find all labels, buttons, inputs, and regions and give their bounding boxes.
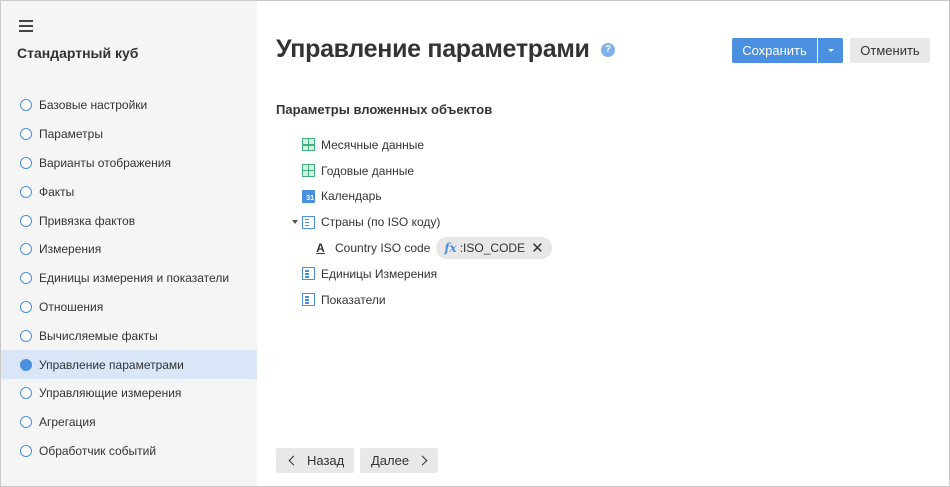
tree-item-label: Месячные данные (321, 137, 425, 152)
help-icon[interactable]: ? (601, 43, 615, 57)
tree-item-country-iso-code[interactable]: A Country ISO code fx :ISO_CODE ✕ (290, 235, 552, 261)
radio-icon (20, 185, 32, 198)
sidebar-item-fact-binding[interactable]: Привязка фактов (1, 206, 257, 235)
tree-item-yearly-data[interactable]: Годовые данные (290, 158, 552, 184)
nested-objects-tree: Месячные данные Годовые данные Календарь… (290, 132, 552, 313)
tree-item-calendar[interactable]: Календарь (290, 184, 552, 210)
sidebar-item-label: Управление параметрами (39, 357, 184, 372)
page-title: Управление параметрами (276, 35, 590, 63)
chip-label: :ISO_CODE (459, 241, 526, 256)
calendar-icon (302, 189, 315, 203)
sidebar-item-label: Параметры (39, 127, 103, 142)
menu-icon[interactable] (19, 20, 33, 32)
sidebar-item-parameter-management[interactable]: Управление параметрами (1, 350, 257, 379)
sidebar-item-relations[interactable]: Отношения (1, 293, 257, 322)
save-dropdown-button[interactable] (818, 38, 843, 63)
next-button[interactable]: Далее (360, 448, 438, 473)
parameter-chip[interactable]: fx :ISO_CODE ✕ (436, 237, 552, 260)
radio-icon (20, 416, 32, 429)
radio-icon (20, 128, 32, 141)
sidebar-item-parameters[interactable]: Параметры (1, 120, 257, 149)
radio-icon (20, 387, 32, 400)
table-icon (302, 164, 315, 178)
tree-item-indicators[interactable]: Показатели (290, 287, 552, 313)
sidebar-item-units-indicators[interactable]: Единицы измерения и показатели (1, 264, 257, 293)
tree-item-label: Календарь (321, 189, 382, 204)
tree-item-label: Country ISO code (335, 241, 431, 256)
chevron-left-icon (288, 455, 299, 466)
save-button[interactable]: Сохранить (732, 38, 817, 63)
tree-item-monthly-data[interactable]: Месячные данные (290, 132, 552, 158)
sidebar-item-event-handler[interactable]: Обработчик событий (1, 437, 257, 466)
sidebar-item-label: Привязка фактов (39, 213, 136, 228)
sidebar-item-label: Обработчик событий (39, 443, 157, 458)
radio-icon (20, 329, 32, 342)
radio-icon (20, 99, 32, 112)
sidebar-item-label: Отношения (39, 299, 104, 314)
formula-icon: fx (444, 241, 457, 256)
tree-item-units[interactable]: Единицы Измерения (290, 261, 552, 287)
tree-item-label: Единицы Измерения (321, 266, 438, 281)
sidebar-item-facts[interactable]: Факты (1, 177, 257, 206)
sidebar-item-label: Базовые настройки (39, 98, 148, 113)
radio-icon (20, 214, 32, 227)
sidebar-item-label: Управляющие измерения (39, 386, 182, 401)
back-label: Назад (307, 453, 345, 468)
sidebar-item-display-variants[interactable]: Варианты отображения (1, 149, 257, 178)
tree-item-label: Страны (по ISO коду) (321, 215, 441, 230)
tree-item-label: Показатели (321, 292, 386, 307)
sidebar-item-control-dimensions[interactable]: Управляющие измерения (1, 379, 257, 408)
sidebar: Стандартный куб Базовые настройки Параме… (1, 1, 257, 486)
sidebar-item-dimensions[interactable]: Измерения (1, 235, 257, 264)
cancel-button[interactable]: Отменить (850, 38, 930, 63)
radio-icon (20, 156, 32, 169)
section-title: Параметры вложенных объектов (276, 102, 493, 117)
chevron-right-icon (417, 455, 428, 466)
sidebar-item-label: Вычисляемые факты (39, 328, 158, 343)
sidebar-item-basic-settings[interactable]: Базовые настройки (1, 91, 257, 120)
sidebar-item-label: Измерения (39, 242, 102, 257)
dictionary-icon (302, 267, 315, 281)
sidebar-item-calculated-facts[interactable]: Вычисляемые факты (1, 321, 257, 350)
sidebar-item-label: Варианты отображения (39, 155, 172, 170)
table-icon (302, 138, 315, 152)
tree-item-countries[interactable]: Страны (по ISO коду) (290, 209, 552, 235)
radio-icon (20, 444, 32, 457)
sidebar-item-label: Агрегация (39, 415, 96, 430)
sidebar-nav: Базовые настройки Параметры Варианты ото… (1, 91, 257, 465)
next-label: Далее (371, 453, 410, 468)
radio-icon (20, 300, 32, 313)
radio-icon (20, 243, 32, 256)
sidebar-item-label: Единицы измерения и показатели (39, 271, 230, 286)
close-icon[interactable]: ✕ (531, 241, 544, 256)
radio-icon (20, 272, 32, 285)
attribute-icon: A (316, 241, 325, 256)
back-button[interactable]: Назад (276, 448, 354, 473)
caret-down-icon[interactable] (292, 220, 298, 225)
radio-selected-icon (20, 358, 32, 371)
sidebar-item-aggregation[interactable]: Агрегация (1, 408, 257, 437)
tree-item-label: Годовые данные (321, 163, 415, 178)
sidebar-item-label: Факты (39, 184, 75, 199)
dictionary-icon (302, 215, 315, 229)
app-title: Стандартный куб (17, 45, 139, 61)
dictionary-icon (302, 293, 315, 307)
